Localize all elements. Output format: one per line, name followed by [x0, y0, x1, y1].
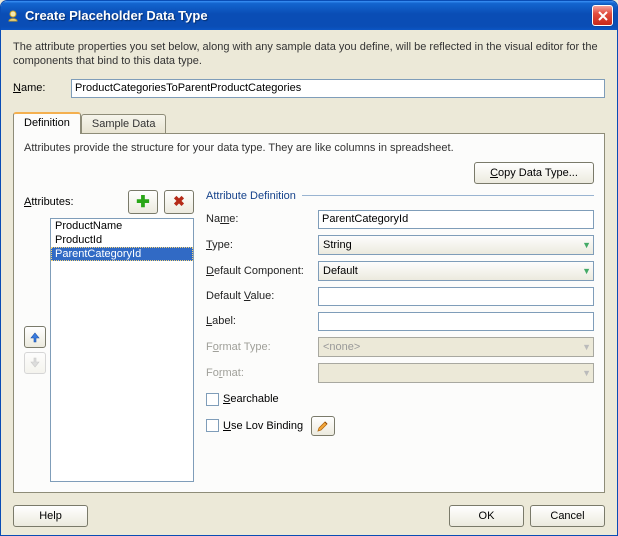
list-item[interactable]: ParentCategoryId	[51, 247, 193, 261]
help-button[interactable]: Help	[13, 505, 88, 527]
tab-panel-definition: Attributes provide the structure for you…	[13, 134, 605, 493]
attr-type-label: Type:	[206, 239, 314, 251]
data-type-name-input[interactable]	[71, 79, 605, 98]
app-icon	[5, 8, 21, 24]
default-value-label: Default Value:	[206, 290, 314, 302]
edit-lov-button[interactable]	[311, 416, 335, 436]
searchable-label: Searchable	[223, 393, 279, 405]
default-component-value: Default	[323, 265, 358, 277]
titlebar[interactable]: Create Placeholder Data Type	[1, 1, 617, 30]
cancel-button[interactable]: Cancel	[530, 505, 605, 527]
delete-attribute-button[interactable]: ✖	[164, 190, 194, 214]
attr-type-value: String	[323, 239, 352, 251]
plus-icon: ✚	[136, 192, 149, 212]
section-title-text: Attribute Definition	[206, 190, 296, 202]
tab-sample-data[interactable]: Sample Data	[81, 114, 167, 133]
add-attribute-button[interactable]: ✚	[128, 190, 158, 214]
ok-button[interactable]: OK	[449, 505, 524, 527]
pencil-icon	[316, 419, 330, 433]
name-label: Name:	[13, 82, 71, 94]
list-item[interactable]: ProductId	[51, 233, 193, 247]
attribute-definition-section: Attribute Definition	[206, 190, 594, 202]
chevron-down-icon: ▼	[582, 368, 591, 378]
use-lov-label: Use Lov Binding	[223, 420, 303, 432]
searchable-checkbox[interactable]	[206, 393, 219, 406]
tabs: Definition Sample Data	[13, 112, 605, 134]
attr-type-select[interactable]: String ▼	[318, 235, 594, 255]
default-value-input[interactable]	[318, 287, 594, 306]
arrow-down-icon	[29, 357, 41, 369]
label-label: Label:	[206, 315, 314, 327]
move-up-button[interactable]	[24, 326, 46, 348]
delete-icon: ✖	[173, 193, 185, 210]
attributes-label: Attributes:	[24, 196, 74, 208]
attr-name-input[interactable]	[318, 210, 594, 229]
chevron-down-icon: ▼	[582, 240, 591, 250]
window-title: Create Placeholder Data Type	[25, 8, 592, 23]
format-select: ▼	[318, 363, 594, 383]
list-item[interactable]: ProductName	[51, 219, 193, 233]
format-label: Format:	[206, 367, 314, 379]
arrow-up-icon	[29, 331, 41, 343]
chevron-down-icon: ▼	[582, 266, 591, 276]
dialog-intro: The attribute properties you set below, …	[13, 40, 605, 69]
chevron-down-icon: ▼	[582, 342, 591, 352]
default-component-select[interactable]: Default ▼	[318, 261, 594, 281]
default-component-label: Default Component:	[206, 265, 314, 277]
tab-intro: Attributes provide the structure for you…	[24, 142, 594, 154]
close-button[interactable]	[592, 5, 613, 26]
format-type-label: Format Type:	[206, 341, 314, 353]
attributes-list[interactable]: ProductName ProductId ParentCategoryId	[50, 218, 194, 482]
format-type-select: <none> ▼	[318, 337, 594, 357]
format-type-value: <none>	[323, 341, 360, 353]
copy-data-type-button[interactable]: Copy Data Type...	[474, 162, 594, 184]
move-down-button[interactable]	[24, 352, 46, 374]
label-input[interactable]	[318, 312, 594, 331]
close-icon	[598, 11, 608, 21]
tab-definition[interactable]: Definition	[13, 112, 81, 134]
use-lov-checkbox[interactable]	[206, 419, 219, 432]
attr-name-label: Name:	[206, 213, 314, 225]
